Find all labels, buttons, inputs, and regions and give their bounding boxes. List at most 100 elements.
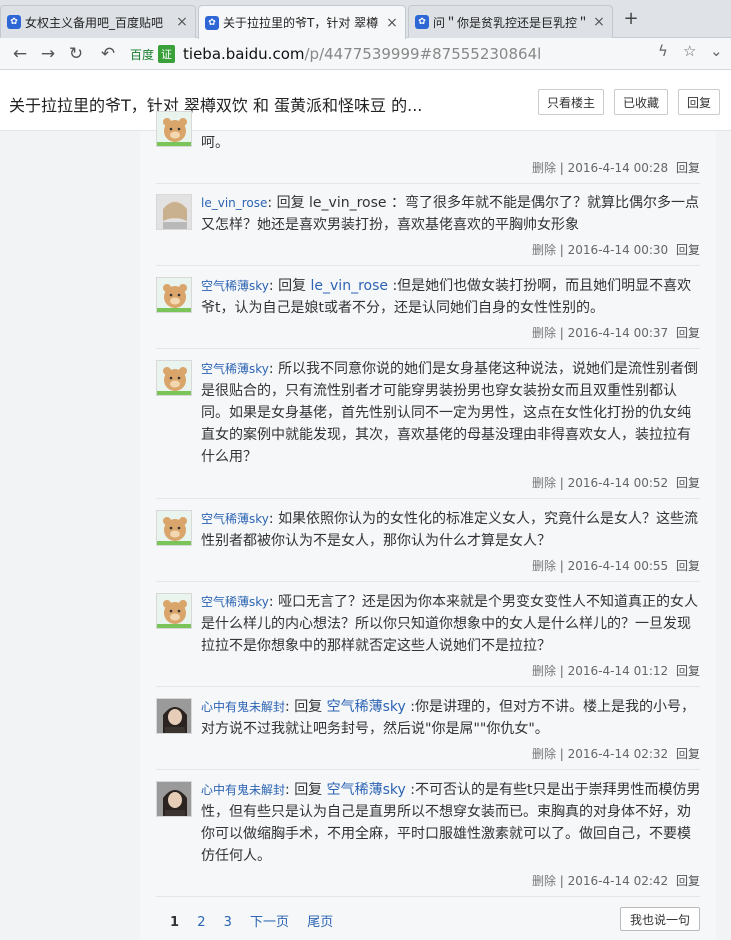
close-icon[interactable]: ×	[592, 14, 606, 30]
username[interactable]: 空气稀薄sky	[201, 595, 269, 609]
page-2[interactable]: 2	[197, 915, 205, 930]
undo-icon[interactable]: ↶	[96, 42, 120, 66]
reply-button[interactable]: 回复	[678, 89, 720, 115]
page-3[interactable]: 3	[224, 915, 232, 930]
avatar[interactable]	[156, 510, 192, 546]
close-icon[interactable]: ×	[385, 15, 399, 31]
reply-link[interactable]: 回复	[676, 243, 700, 257]
meta-separator: |	[559, 664, 564, 678]
avatar[interactable]	[156, 360, 192, 396]
meta-separator: |	[559, 326, 564, 340]
post-body: le_vin_rose: 回复 le_vin_rose ：弯了很多年就不能是偶尔…	[201, 195, 699, 233]
reply-link[interactable]: 回复	[676, 664, 700, 678]
reply-link[interactable]: 回复	[676, 747, 700, 761]
reply-target[interactable]: 空气稀薄sky	[327, 699, 406, 715]
browser-toolbar: ← → ↻ ↶ 百度 证 tieba.baidu.com/p/447753999…	[0, 38, 731, 70]
delete-link[interactable]: 删除	[532, 664, 556, 678]
post-body: 空气稀薄sky: 如果依照你认为的女性化的标准定义女人，究竟什么是女人？这些流性…	[201, 511, 699, 549]
reply-prefix: 回复	[278, 278, 307, 294]
delete-link[interactable]: 删除	[532, 747, 556, 761]
delete-link[interactable]: 删除	[532, 326, 556, 340]
divider	[156, 769, 700, 770]
reply-link[interactable]: 回复	[676, 326, 700, 340]
avatar[interactable]	[156, 194, 192, 230]
post-header: 关于拉拉里的爷T，针对 翠樽双饮 和 蛋黄派和怪味豆 的... 只看楼主 已收藏…	[0, 71, 731, 131]
post-meta: 删除 | 2016-4-14 00:52 回复	[532, 474, 700, 491]
reply-link[interactable]: 回复	[676, 476, 700, 490]
page-title: 关于拉拉里的爷T，针对 翠樽双饮 和 蛋黄派和怪味豆 的...	[9, 96, 423, 115]
username[interactable]: 心中有鬼未解封	[201, 700, 285, 714]
divider	[156, 896, 700, 897]
username[interactable]: 空气稀薄sky	[201, 362, 269, 376]
verified-badge: 证	[158, 45, 176, 63]
tab-title: 问＂你是贫乳控还是巨乳控＂	[433, 15, 588, 30]
post-body: 空气稀薄sky: 哑口无言了？还是因为你本来就是个男变女变性人不知道真正的女人是…	[201, 594, 699, 654]
close-icon[interactable]: ×	[175, 14, 189, 30]
next-page-link[interactable]: 下一页	[250, 915, 289, 930]
divider	[156, 581, 700, 582]
reply-target[interactable]: le_vin_rose	[311, 278, 388, 294]
avatar[interactable]	[156, 593, 192, 629]
meta-separator: |	[559, 161, 564, 175]
forward-icon[interactable]: →	[36, 42, 60, 66]
reply-list: 呵。 删除 | 2016-4-14 00:28 回复 le_vin_rose: …	[140, 111, 716, 940]
reply-prefix: 回复	[276, 195, 305, 211]
pagination: 1 2 3 下一页 尾页	[170, 911, 347, 930]
only-op-button[interactable]: 只看楼主	[538, 89, 604, 115]
url-path: /p/4477539999#87555230864l	[304, 45, 542, 63]
divider	[156, 686, 700, 687]
post-text: 所以我不同意你说的她们是女身基佬这种说法，说她们是流性别者倒是很贴合的，只有流性…	[201, 361, 699, 465]
delete-link[interactable]: 删除	[532, 243, 556, 257]
post-text: 呵。	[201, 135, 229, 151]
post-meta: 删除 | 2016-4-14 01:12 回复	[532, 662, 700, 679]
tab-2[interactable]: ✿ 关于拉拉里的爷T，针对 翠樽 ×	[198, 5, 406, 39]
star-icon[interactable]: ☆	[683, 42, 696, 60]
username[interactable]: 心中有鬼未解封	[201, 783, 285, 797]
lightning-icon[interactable]: ϟ	[658, 42, 668, 60]
post-meta: 删除 | 2016-4-14 02:42 回复	[532, 872, 700, 889]
delete-link[interactable]: 删除	[532, 476, 556, 490]
divider	[156, 265, 700, 266]
paw-icon: ✿	[7, 15, 21, 29]
reply-target[interactable]: le_vin_rose	[309, 195, 386, 211]
meta-separator: |	[559, 476, 564, 490]
post-time: 2016-4-14 02:42	[567, 874, 669, 888]
post-time: 2016-4-14 00:52	[567, 476, 669, 490]
post-time: 2016-4-14 00:55	[567, 559, 669, 573]
reply-link[interactable]: 回复	[676, 161, 700, 175]
post-text: 如果依照你认为的女性化的标准定义女人，究竟什么是女人？这些流性别者都被你认为不是…	[201, 511, 699, 549]
baidu-badge: 百度	[130, 47, 155, 62]
delete-link[interactable]: 删除	[532, 559, 556, 573]
paw-icon: ✿	[205, 15, 219, 30]
delete-link[interactable]: 删除	[532, 161, 556, 175]
reply-link[interactable]: 回复	[676, 559, 700, 573]
reload-icon[interactable]: ↻	[64, 42, 88, 66]
collected-button[interactable]: 已收藏	[614, 89, 668, 115]
last-page-link[interactable]: 尾页	[307, 915, 333, 930]
username[interactable]: 空气稀薄sky	[201, 279, 269, 293]
reply-target[interactable]: 空气稀薄sky	[327, 782, 406, 798]
avatar[interactable]	[156, 277, 192, 313]
avatar[interactable]	[156, 698, 192, 734]
avatar[interactable]	[156, 781, 192, 817]
post-text: :但是她们也做女装打扮啊，而且她们明显不喜欢爷t，认为自己是娘t或者不分，还是认…	[201, 278, 692, 316]
divider	[156, 183, 700, 184]
back-icon[interactable]: ←	[8, 42, 32, 66]
avatar[interactable]	[156, 111, 192, 147]
say-something-button[interactable]: 我也说一句	[620, 907, 700, 931]
new-tab-button[interactable]: +	[620, 8, 642, 30]
page-1[interactable]: 1	[170, 915, 179, 930]
post-time: 2016-4-14 00:28	[567, 161, 669, 175]
tab-3[interactable]: ✿ 问＂你是贫乳控还是巨乳控＂ ×	[408, 5, 613, 38]
chevron-down-icon[interactable]: ⌄	[710, 42, 723, 60]
post-body: 心中有鬼未解封: 回复 空气稀薄sky :不可否认的是有些t只是出于崇拜男性而模…	[201, 782, 701, 864]
url-host: tieba.baidu.com	[183, 45, 305, 63]
meta-separator: |	[559, 747, 564, 761]
username[interactable]: 空气稀薄sky	[201, 512, 269, 526]
reply-link[interactable]: 回复	[676, 874, 700, 888]
delete-link[interactable]: 删除	[532, 874, 556, 888]
post-meta: 删除 | 2016-4-14 02:32 回复	[532, 745, 700, 762]
address-bar[interactable]: 百度 证 tieba.baidu.com/p/4477539999#875552…	[130, 42, 710, 66]
tab-1[interactable]: ✿ 女权主义备用吧_百度贴吧 ×	[0, 5, 196, 38]
username[interactable]: le_vin_rose	[201, 196, 267, 210]
